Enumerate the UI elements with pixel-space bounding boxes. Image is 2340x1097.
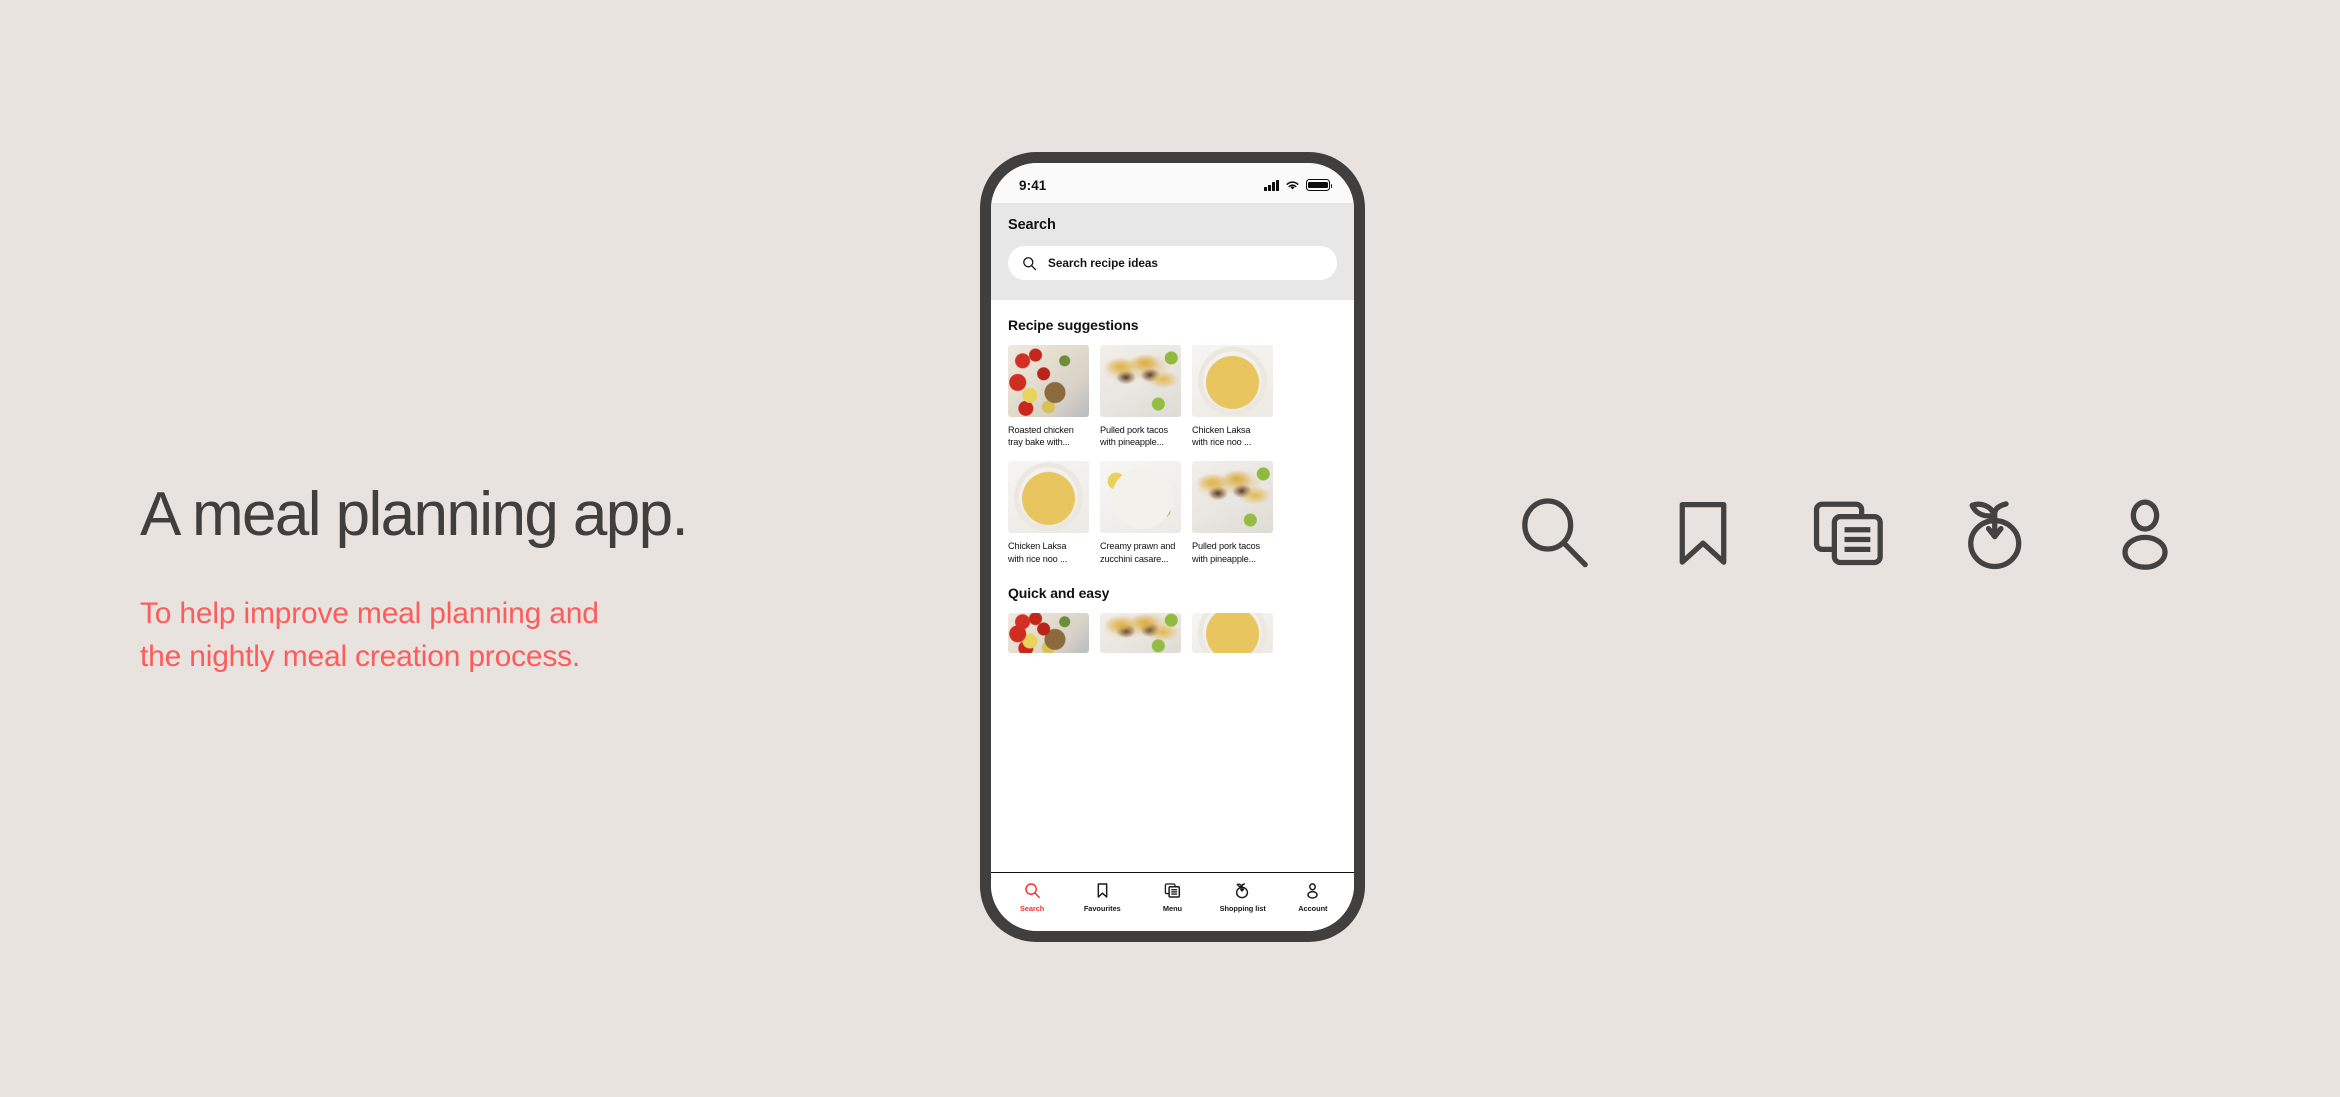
recipe-title-line-2: zucchini casare... xyxy=(1100,553,1169,564)
person-icon xyxy=(2122,499,2168,570)
showcase-fruit-icon-wrap xyxy=(1943,478,2053,588)
recipe-image xyxy=(1192,612,1273,653)
recipe-title-line-1: Creamy prawn and xyxy=(1100,541,1176,552)
search-heading: Search xyxy=(1008,217,1056,233)
recipe-title-line-1: Chicken Laksa xyxy=(1192,425,1251,435)
search-icon xyxy=(1023,256,1037,270)
tab-menu[interactable]: Menu xyxy=(1141,882,1203,913)
recipe-card[interactable]: Pulled pork tacos with pineapple... xyxy=(1100,345,1181,448)
fruit-icon xyxy=(1967,501,2021,570)
fruit-icon xyxy=(1236,883,1249,899)
recipe-row: Roasted chicken tray bake with... Pulled… xyxy=(1008,345,1354,448)
battery-icon xyxy=(1306,179,1333,191)
recipe-card[interactable] xyxy=(1100,612,1181,653)
bottom-tab-bar: Search Favourites Menu Shopping list Acc… xyxy=(991,872,1354,931)
recipe-title: Pulled pork tacos with pineapple... xyxy=(1192,540,1273,564)
recipe-image xyxy=(1100,461,1181,534)
search-icon xyxy=(1024,883,1040,899)
bookmark-icon xyxy=(1097,883,1108,898)
search-placeholder: Search recipe ideas xyxy=(1048,256,1158,270)
tab-label: Search xyxy=(1019,904,1045,913)
phone-screen: 9:41 Search Search recipe ideas Recipe s… xyxy=(991,163,1354,931)
showcase-documents-icon-wrap xyxy=(1795,478,1905,588)
recipe-card[interactable]: Roasted chicken tray bake with... xyxy=(1008,345,1089,448)
recipe-title: Chicken Laksa with rice noo ... xyxy=(1008,540,1089,564)
tab-account[interactable]: Account xyxy=(1282,882,1344,913)
phone-mockup: 9:41 Search Search recipe ideas Recipe s… xyxy=(980,152,1365,942)
recipe-row xyxy=(1008,612,1354,653)
recipe-title-line-1: Chicken Laksa xyxy=(1008,541,1067,552)
recipe-title: Pulled pork tacos with pineapple... xyxy=(1100,424,1181,448)
documents-icon xyxy=(1164,883,1181,898)
recipe-image xyxy=(1008,612,1089,653)
bookmark-icon xyxy=(1679,502,1726,565)
recipe-title-line-2: with rice noo ... xyxy=(1192,437,1252,448)
person-icon xyxy=(1307,883,1319,899)
documents-icon xyxy=(1813,501,1883,566)
page-title: A meal planning app. xyxy=(140,480,689,549)
showcase-bookmark-icon-wrap xyxy=(1648,478,1758,588)
tab-search[interactable]: Search xyxy=(1001,882,1063,913)
recipe-image xyxy=(1008,461,1089,534)
recipe-card[interactable] xyxy=(1192,612,1273,653)
status-icons xyxy=(1264,179,1333,191)
icon-showcase-strip xyxy=(1500,478,2200,588)
recipe-title: Roasted chicken tray bake with... xyxy=(1008,424,1089,448)
recipe-image xyxy=(1100,345,1181,417)
page-subtitle: To help improve meal planning and the ni… xyxy=(140,593,900,678)
recipe-title: Creamy prawn and zucchini casare... xyxy=(1100,540,1181,564)
wifi-icon xyxy=(1286,180,1299,190)
recipe-row: Chicken Laksa with rice noo ... Creamy p… xyxy=(1008,461,1354,564)
subtitle-line-1: To help improve meal planning and xyxy=(140,596,599,630)
recipe-title-line-2: with pineapple... xyxy=(1192,553,1256,564)
showcase-search-icon-wrap xyxy=(1500,478,1610,588)
recipe-image xyxy=(1192,345,1273,417)
recipe-feed[interactable]: Recipe suggestions Roasted chicken tray … xyxy=(991,300,1354,872)
recipe-title-line-2: with rice noo ... xyxy=(1008,553,1068,564)
status-bar: 9:41 xyxy=(991,163,1354,203)
recipe-image xyxy=(1008,345,1089,417)
intro-copy: A meal planning app. To help improve mea… xyxy=(140,480,900,678)
tab-label: Shopping list xyxy=(1219,904,1266,913)
section-title-quick-and-easy: Quick and easy xyxy=(1008,584,1110,601)
tab-shopping-list[interactable]: Shopping list xyxy=(1212,882,1274,913)
search-header: Search Search recipe ideas xyxy=(991,203,1354,300)
status-time: 9:41 xyxy=(1019,177,1047,193)
recipe-title-line-2: with pineapple... xyxy=(1100,437,1164,448)
tab-label: Menu xyxy=(1162,904,1183,913)
recipe-image xyxy=(1100,612,1181,653)
showcase-person-icon-wrap xyxy=(2090,478,2200,588)
search-input[interactable]: Search recipe ideas xyxy=(1008,246,1337,280)
recipe-card[interactable] xyxy=(1008,612,1089,653)
tab-label: Favourites xyxy=(1083,904,1121,913)
tab-favourites[interactable]: Favourites xyxy=(1071,882,1133,913)
recipe-card[interactable]: Chicken Laksa with rice noo ... xyxy=(1008,461,1089,564)
tab-label: Account xyxy=(1298,904,1328,913)
recipe-title-line-1: Roasted chicken xyxy=(1008,425,1074,435)
recipe-card[interactable]: Chicken Laksa with rice noo ... xyxy=(1192,345,1273,448)
recipe-title-line-1: Pulled pork tacos xyxy=(1100,425,1168,435)
section-title-recipe-suggestions: Recipe suggestions xyxy=(1008,317,1139,333)
subtitle-line-2: the nightly meal creation process. xyxy=(140,639,581,673)
recipe-title-line-1: Pulled pork tacos xyxy=(1192,541,1260,552)
recipe-image xyxy=(1192,461,1273,534)
recipe-title: Chicken Laksa with rice noo ... xyxy=(1192,424,1273,448)
cellular-signal-icon xyxy=(1264,179,1279,191)
recipe-card[interactable]: Pulled pork tacos with pineapple... xyxy=(1192,461,1273,564)
recipe-card[interactable]: Creamy prawn and zucchini casare... xyxy=(1100,461,1181,564)
recipe-title-line-2: tray bake with... xyxy=(1008,437,1070,448)
search-icon xyxy=(1522,498,1588,568)
